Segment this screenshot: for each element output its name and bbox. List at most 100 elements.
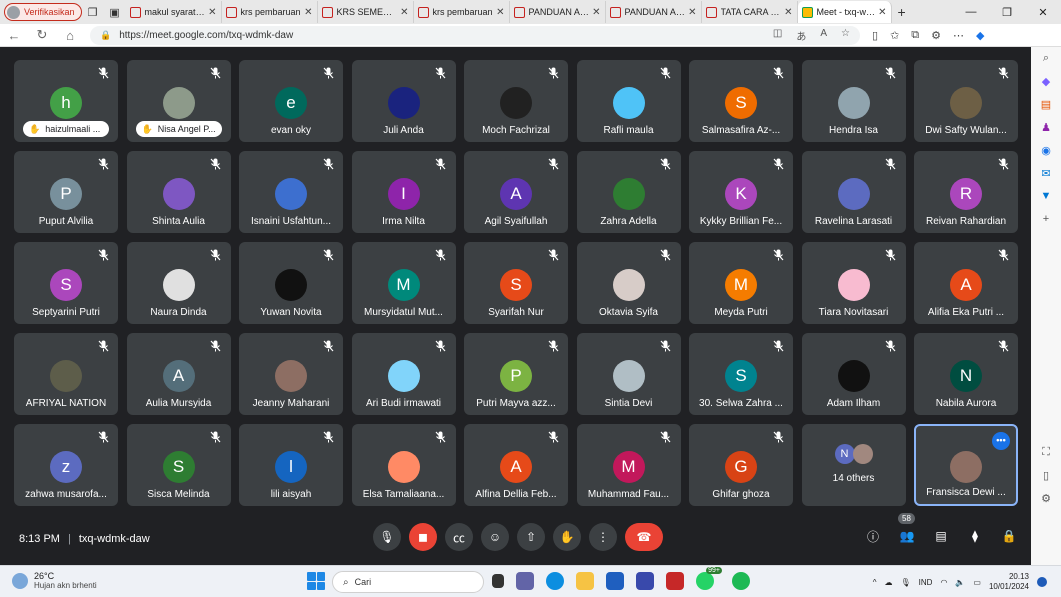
participant-tile[interactable]: Isnaini Usfahtun... (239, 151, 343, 233)
back-icon[interactable]: ← (0, 28, 28, 43)
participant-tile[interactable]: Ari Budi irmawati (351, 333, 456, 415)
file-explorer-icon[interactable] (576, 572, 594, 590)
read-aloud-icon[interactable]: A (820, 28, 827, 43)
participant-tile[interactable]: S Sisca Melinda (126, 424, 231, 506)
weather-widget[interactable]: 26°C Hujan akn brhenti (12, 571, 97, 590)
url-field[interactable]: 🔒 https://meet.google.com/txq-wdmk-daw ◫… (90, 25, 860, 45)
translate-icon[interactable]: あ (796, 28, 806, 43)
self-tile[interactable]: ••• Fransisca Dewi ... (914, 424, 1018, 506)
extensions-icon[interactable]: ⚙ (931, 29, 941, 42)
participant-tile[interactable]: S 30. Selwa Zahra ... (689, 333, 793, 415)
edge-icon[interactable] (546, 572, 564, 590)
participant-tile[interactable]: Naura Dinda (126, 242, 231, 324)
outlook-icon[interactable]: ✉ (1039, 166, 1053, 180)
raise-hand-button[interactable]: ✋ (553, 523, 581, 551)
browser-tab[interactable]: TATA CARA ISI KRS✕ (702, 1, 798, 23)
participant-tile[interactable]: G Ghifar ghoza (689, 424, 793, 506)
tab-close-icon[interactable]: ✕ (592, 7, 600, 18)
sidebar-toggle-icon[interactable]: ▯ (1039, 468, 1053, 482)
captions-button[interactable]: ㏄ (445, 523, 473, 551)
collections-icon[interactable]: ⧉ (911, 29, 919, 42)
close-window-button[interactable]: ✕ (1025, 0, 1061, 24)
profile-button[interactable]: Verifikasikan (4, 3, 82, 21)
more-options-icon[interactable]: ••• (992, 432, 1010, 450)
settings-icon[interactable]: ⚙ (1039, 491, 1053, 505)
participant-tile[interactable]: A Aulia Mursyida (126, 333, 231, 415)
participant-tile[interactable]: S Septyarini Putri (14, 242, 118, 324)
teams-chat-icon[interactable] (516, 572, 534, 590)
start-button[interactable] (307, 572, 325, 590)
home-icon[interactable]: ⌂ (56, 28, 84, 43)
tab-close-icon[interactable]: ✕ (688, 7, 696, 18)
participant-tile[interactable]: P Puput Alvilia (14, 151, 118, 233)
camera-off-button[interactable]: ◼ (409, 523, 437, 551)
participant-tile[interactable]: S Salmasafira Az-... (689, 60, 793, 142)
present-button[interactable]: ⇧ (517, 523, 545, 551)
maximize-button[interactable]: ❐ (989, 0, 1025, 24)
app-icon[interactable] (636, 572, 654, 590)
participant-tile[interactable]: l lili aisyah (239, 424, 343, 506)
leave-call-button[interactable]: ☎ (625, 523, 663, 551)
participant-tile[interactable]: A Alfina Dellia Feb... (464, 424, 568, 506)
mcafee-icon[interactable] (666, 572, 684, 590)
participant-tile[interactable]: Moch Fachrizal (464, 60, 568, 142)
taskbar-search[interactable]: ⌕ Cari (332, 571, 484, 593)
browser-tab[interactable]: KRS SEMESTER✕ (318, 1, 414, 23)
activities-button[interactable]: ⧫ (964, 525, 986, 547)
tab-close-icon[interactable]: ✕ (496, 7, 504, 18)
chevron-up-icon[interactable]: ^ (873, 578, 877, 587)
wifi-icon[interactable]: ◠ (940, 578, 947, 587)
store-icon[interactable] (606, 572, 624, 590)
participant-tile[interactable]: Ravelina Larasati (801, 151, 906, 233)
clock[interactable]: 20.13 10/01/2024 (989, 572, 1029, 592)
participant-tile[interactable]: A Alifia Eka Putri ... (914, 242, 1018, 324)
microsoft365-icon[interactable]: ◉ (1039, 143, 1053, 157)
volume-icon[interactable]: 🔈 (955, 578, 965, 587)
participant-tile[interactable]: Hendra Isa (801, 60, 906, 142)
participant-tile[interactable]: I Irma Nilta (351, 151, 456, 233)
battery-icon[interactable]: ▭ (973, 578, 981, 587)
participant-tile[interactable]: Dwi Safty Wulan... (914, 60, 1018, 142)
screenshot-icon[interactable]: ⛶ (1039, 445, 1053, 459)
drop-icon[interactable]: ▼ (1039, 189, 1053, 203)
participant-tile[interactable]: Tiara Novitasari (801, 242, 906, 324)
tab-close-icon[interactable]: ✕ (878, 7, 886, 18)
participant-tile[interactable]: Oktavia Syifa (576, 242, 681, 324)
participant-tile[interactable]: Sintia Devi (576, 333, 681, 415)
browser-tab[interactable]: krs pembaruan ✕ (222, 1, 318, 23)
browser-tab[interactable]: makul syarat KRS✕ (126, 1, 222, 23)
participant-tile[interactable]: K Kykky Brillian Fe... (689, 151, 793, 233)
host-controls-button[interactable]: 🔒 (998, 525, 1020, 547)
split-screen-icon[interactable]: ▯ (872, 29, 878, 42)
participant-tile[interactable]: Juli Anda (351, 60, 456, 142)
participant-tile[interactable]: Rafli maula (576, 60, 681, 142)
add-sidebar-icon[interactable]: + (1039, 212, 1053, 226)
browser-tab[interactable]: PANDUAN AKADEMIK✕ (510, 1, 606, 23)
tab-actions-icon[interactable]: ▣ (104, 3, 126, 21)
new-tab-button[interactable]: + (892, 4, 912, 20)
participant-tile[interactable]: Elsa Tamaliaana... (351, 424, 456, 506)
participant-tile[interactable]: Jeanny Maharani (239, 333, 343, 415)
people-button[interactable]: 👥 58 (896, 513, 918, 547)
browser-tab[interactable]: krs pembaruan ✕ (414, 1, 510, 23)
refresh-icon[interactable]: ↻ (28, 27, 56, 43)
participant-tile[interactable]: Shinta Aulia (126, 151, 231, 233)
participant-tile[interactable]: Zahra Adella (576, 151, 681, 233)
mic-button[interactable]: 🎙 (373, 523, 401, 551)
menu-icon[interactable]: ⋯ (953, 29, 964, 42)
games-icon[interactable]: ♟ (1039, 120, 1053, 134)
tools-icon[interactable]: ▤ (1039, 97, 1053, 111)
participant-tile[interactable]: z zahwa musarofa... (14, 424, 118, 506)
participant-tile[interactable]: AFRIYAL NATION (14, 333, 118, 415)
participant-tile[interactable]: N Nabila Aurora (914, 333, 1018, 415)
favorite-star-icon[interactable]: ☆ (841, 28, 850, 43)
notification-icon[interactable] (1037, 577, 1047, 587)
task-view-icon[interactable] (492, 574, 504, 588)
tab-close-icon[interactable]: ✕ (784, 7, 792, 18)
tab-close-icon[interactable]: ✕ (304, 7, 312, 18)
participant-tile[interactable]: S Syarifah Nur (464, 242, 568, 324)
copilot-icon[interactable]: ◆ (976, 29, 984, 42)
participant-tile[interactable]: R Reivan Rahardian (914, 151, 1018, 233)
participant-tile[interactable]: ✋ Nisa Angel P... (126, 60, 231, 142)
participant-tile[interactable]: Adam Ilham (801, 333, 906, 415)
